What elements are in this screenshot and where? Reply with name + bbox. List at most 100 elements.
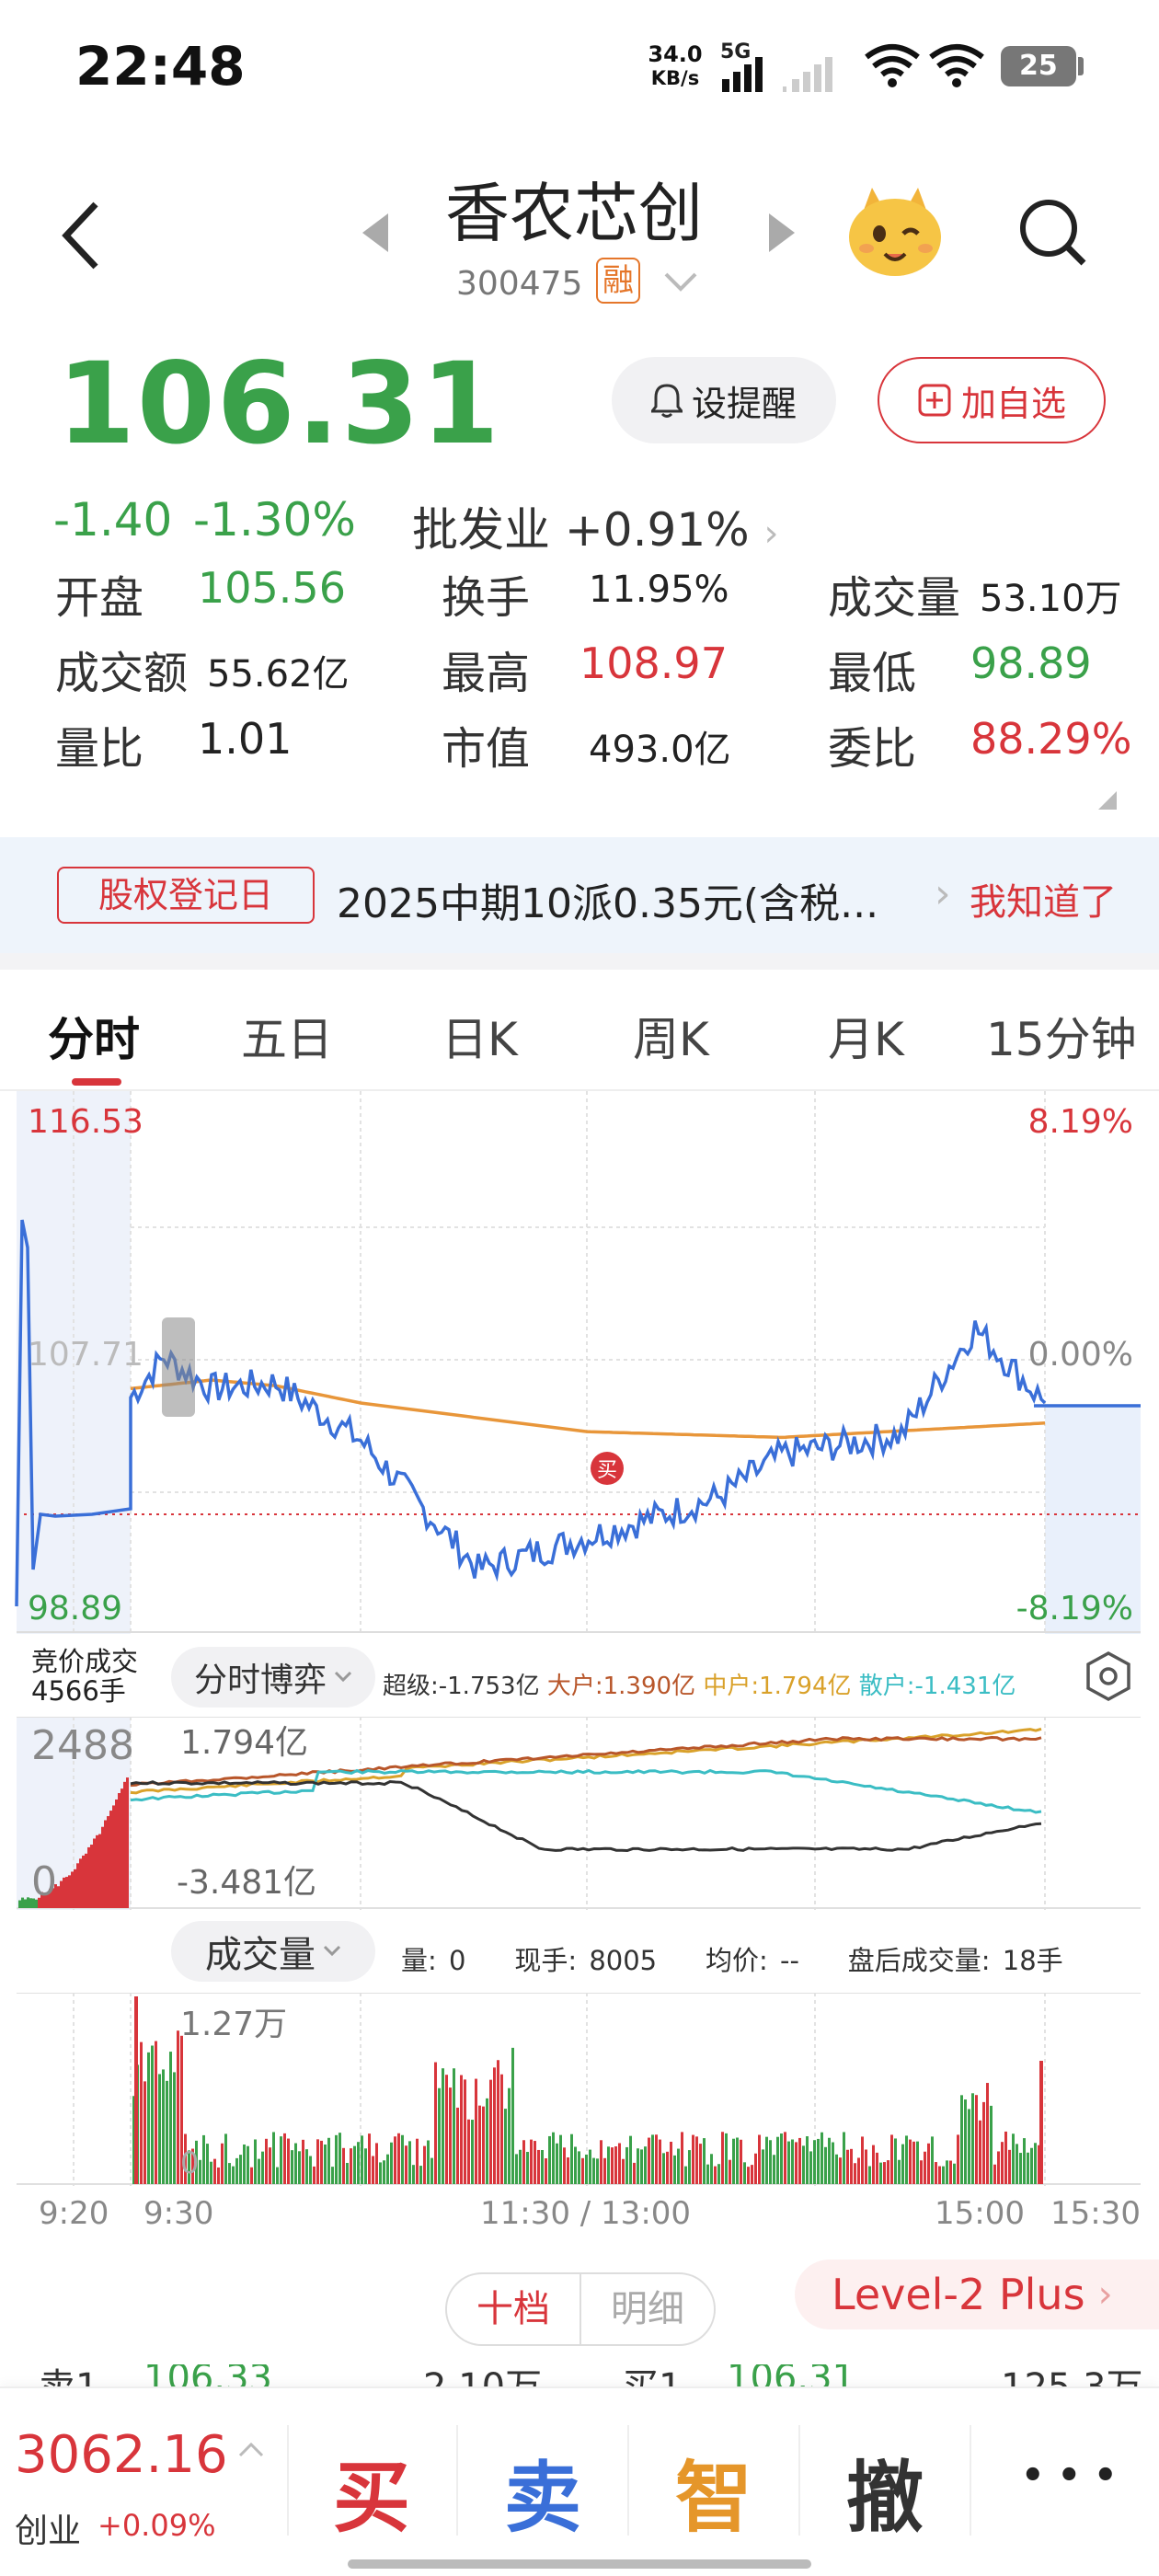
volume-bar (846, 2149, 849, 2184)
volume-bar (283, 2133, 286, 2184)
cancel-button[interactable]: 撤 (846, 2436, 924, 2547)
volume-bar (769, 2140, 772, 2184)
next-stock-icon[interactable] (765, 210, 798, 256)
tab-15min[interactable]: 15分钟 (986, 1003, 1137, 1069)
volume-bar (695, 2136, 698, 2184)
notice-dismiss-button[interactable]: 我知道了 (970, 872, 1117, 926)
volume-bar (467, 2119, 470, 2184)
search-icon[interactable] (1016, 195, 1089, 269)
volume-bar (1034, 2143, 1037, 2184)
last-price: 106.31 (57, 339, 501, 469)
net-speed: 34.0 KB/s (648, 41, 703, 89)
volume-bar (526, 2152, 529, 2184)
volume-bar (497, 2060, 499, 2184)
wifi-icon (865, 44, 920, 87)
tab-intraday[interactable]: 分时 (48, 1003, 140, 1069)
tab-five-day[interactable]: 五日 (241, 1003, 333, 1069)
tab-detail[interactable]: 明细 (581, 2274, 714, 2344)
chevron-down-icon[interactable] (664, 272, 697, 293)
mascot-icon[interactable] (844, 180, 946, 282)
price-prev-label: 107.71 (28, 1336, 143, 1374)
auction-bar (76, 1863, 79, 1908)
flow-selector[interactable]: 分时博弈 (171, 1647, 375, 1708)
volume-bar (912, 2141, 915, 2184)
volume-bar (611, 2147, 614, 2184)
volume-bar (316, 2139, 319, 2184)
volume-chart[interactable]: 1.27万 0 (0, 1993, 1159, 2186)
volume-bar (706, 2164, 709, 2184)
volume-bar (559, 2134, 562, 2184)
volume-bar (545, 2158, 547, 2184)
buy-button[interactable]: 买 (333, 2436, 410, 2547)
price-low-label: 98.89 (28, 1590, 122, 1627)
sector-link[interactable]: 批发业 +0.91% › (412, 493, 779, 559)
volume-bar (287, 2138, 290, 2184)
bottom-divider-3 (627, 2425, 629, 2536)
volume-bar (379, 2162, 382, 2184)
volume-bar (938, 2166, 941, 2184)
volume-bar (666, 2151, 669, 2184)
auction-bar (93, 1838, 96, 1908)
volume-bar (813, 2140, 816, 2184)
auction-handle[interactable] (162, 1317, 195, 1417)
volume-bar (1012, 2133, 1015, 2184)
index-value[interactable]: 3062.16 (15, 2425, 228, 2485)
volume-bar (872, 2145, 875, 2184)
chevron-down-icon (334, 1671, 352, 1683)
more-icon[interactable]: • • • (1021, 2455, 1118, 2497)
tab-ten-levels[interactable]: 十档 (447, 2274, 581, 2344)
volume-bar (684, 2166, 687, 2184)
volume-selector[interactable]: 成交量 (171, 1921, 375, 1982)
volume-bar (717, 2164, 720, 2184)
volume-bar (158, 2074, 161, 2184)
volume-bar (887, 2160, 889, 2184)
settings-hex-icon[interactable] (1084, 1650, 1133, 1702)
volume-bar (155, 2041, 157, 2184)
volume-bar (662, 2153, 665, 2184)
volume-bar (787, 2141, 790, 2184)
volume-bar (839, 2157, 842, 2184)
volume-bar (648, 2137, 650, 2184)
auction-bar (112, 1805, 115, 1908)
volume-bar (578, 2151, 580, 2184)
volume-bar (383, 2160, 385, 2184)
volume-bar (361, 2135, 363, 2184)
fund-flow-chart[interactable]: 2488 0 1.794亿 -3.481亿 (0, 1717, 1159, 1910)
intraday-price-chart[interactable]: 买 116.53 107.71 98.89 8.19% 0.00% -8.19% (0, 1091, 1159, 1634)
wifi-icon-2 (929, 44, 984, 87)
tab-daily-k[interactable]: 日K (442, 1003, 518, 1069)
expand-corner-icon[interactable] (1096, 789, 1119, 811)
volume-bar (625, 2146, 628, 2184)
smart-button[interactable]: 智 (675, 2436, 752, 2547)
price-high-label: 116.53 (28, 1103, 143, 1141)
tab-weekly-k[interactable]: 周K (633, 1003, 709, 1069)
volume-bar (368, 2133, 371, 2184)
volume-bar (478, 2105, 481, 2184)
volume-bar (773, 2155, 775, 2184)
volume-bar (232, 2166, 235, 2184)
volume-bar (1008, 2149, 1011, 2184)
chevron-right-icon: › (763, 512, 779, 555)
sell-button[interactable]: 卖 (504, 2436, 581, 2547)
volume-bar (397, 2133, 400, 2184)
volume-bar (901, 2144, 904, 2184)
volume-bar (206, 2144, 209, 2184)
index-name: 创业 (15, 2513, 82, 2550)
volume-bar (990, 2105, 993, 2184)
volume-bar (751, 2165, 753, 2184)
add-watchlist-button[interactable]: 加自选 (878, 357, 1106, 443)
notice-text[interactable]: 2025中期10派0.35元(含税... (337, 870, 878, 929)
volume-bar (633, 2162, 636, 2184)
prev-stock-icon[interactable] (359, 210, 392, 256)
stat-value: 493.0亿 (589, 729, 731, 771)
volume-bar (364, 2148, 367, 2184)
back-arrow-icon[interactable] (59, 199, 105, 272)
volume-bar (714, 2166, 717, 2184)
volume-bar (865, 2149, 867, 2184)
bell-icon (650, 384, 683, 418)
set-alert-button[interactable]: 设提醒 (612, 357, 836, 443)
volume-bar (162, 2069, 165, 2184)
tab-monthly-k[interactable]: 月K (828, 1003, 904, 1069)
level2-plus-button[interactable]: Level-2 Plus › (795, 2260, 1159, 2329)
volume-bar (530, 2139, 533, 2184)
